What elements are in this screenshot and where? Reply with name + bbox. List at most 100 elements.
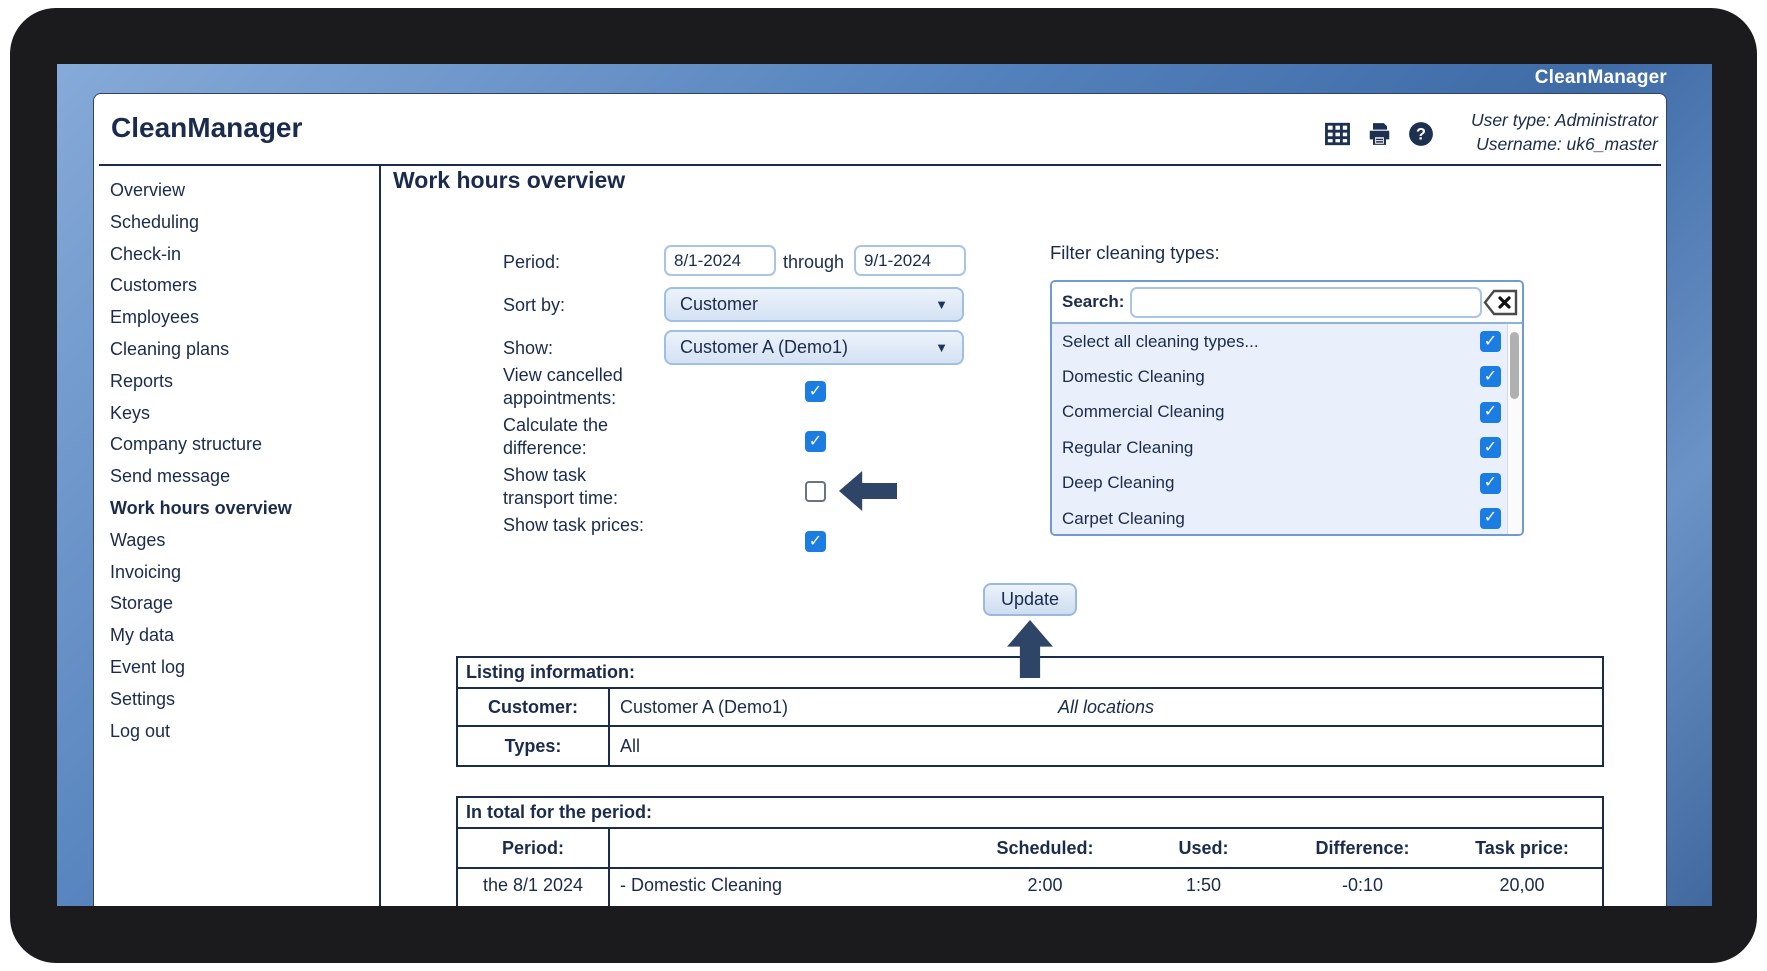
search-label: Search: [1062, 292, 1125, 311]
sidebar-item-check-in[interactable]: Check-in [110, 239, 372, 271]
cleaning-type-label: Domestic Cleaning [1062, 367, 1205, 387]
period-to-input[interactable] [854, 245, 966, 276]
sidebar-item-event-log[interactable]: Event log [110, 652, 372, 684]
difference-cell: -0:10 [1341, 875, 1384, 895]
option-checkbox-2[interactable] [805, 481, 826, 502]
search-input[interactable] [1130, 287, 1482, 318]
cleaning-type-label: Commercial Cleaning [1062, 402, 1225, 422]
cleaning-type-checkbox-3[interactable]: ✓ [1480, 437, 1501, 459]
column-header: Used: [1178, 837, 1229, 858]
column-header: Scheduled: [996, 837, 1094, 858]
header-divider [99, 164, 1661, 166]
totals-table: In total for the period: Period: Schedul… [456, 796, 1604, 906]
page-title: Work hours overview [393, 167, 626, 193]
header-icon-group: ? [1324, 121, 1434, 147]
table-row: Customer: Customer A (Demo1) All locatio… [458, 689, 1602, 727]
option-row: Show task prices: ✓ [503, 514, 923, 558]
sidebar-item-invoicing[interactable]: Invoicing [110, 557, 372, 589]
cleaning-type-row[interactable]: Domestic Cleaning ✓ [1052, 359, 1522, 394]
option-label: View cancelled appointments: [503, 365, 623, 408]
cleaning-type-checkbox-5[interactable]: ✓ [1480, 507, 1501, 529]
cleaning-type-checkbox-0[interactable]: ✓ [1480, 331, 1501, 352]
filter-scrollbar-thumb[interactable] [1510, 332, 1519, 399]
username-label: Username: uk6_master [1476, 134, 1658, 154]
sidebar-item-my-data[interactable]: My data [110, 620, 372, 652]
option-checkbox-3[interactable]: ✓ [805, 531, 826, 552]
sidebar-item-storage[interactable]: Storage [110, 588, 372, 620]
update-button[interactable]: Update [983, 583, 1077, 616]
filter-panel: Search: Select all cleaning types... ✓ Dom… [1050, 280, 1524, 536]
cleaning-type-row[interactable]: Select all cleaning types... ✓ [1052, 324, 1522, 359]
chevron-down-icon: ▼ [935, 340, 948, 355]
app-page: CleanManager ? User type: Administrator … [93, 93, 1667, 906]
customer-value-cell: Customer A (Demo1) All locations [610, 689, 1602, 725]
period-cell: the 8/1 2024 [458, 869, 610, 906]
locations-note: All locations [1057, 696, 1155, 717]
cleaning-type-checkbox-2[interactable]: ✓ [1480, 401, 1501, 423]
option-checkbox-1[interactable]: ✓ [805, 431, 826, 452]
period-label: Period: [503, 252, 561, 272]
column-header: Period: [458, 829, 610, 867]
cleaning-type-row[interactable]: Deep Cleaning ✓ [1052, 466, 1522, 501]
sidebar-item-send-message[interactable]: Send message [110, 461, 372, 493]
task-price-cell: 20,00 [1499, 875, 1545, 895]
sidebar-item-employees[interactable]: Employees [110, 302, 372, 334]
options-checkbox-group: View cancelled appointments: ✓ Calculate t… [503, 364, 923, 564]
sidebar-nav: Overview Scheduling Check-in Customers Emplo… [110, 175, 372, 747]
option-label: Show task prices: [503, 515, 645, 535]
types-value: All [620, 735, 641, 756]
backspace-icon [1483, 289, 1519, 320]
option-label: Show task transport time: [503, 465, 619, 508]
sidebar-item-company-structure[interactable]: Company structure [110, 429, 372, 461]
svg-text:?: ? [1416, 126, 1426, 144]
user-type-label: User type: Administrator [1470, 110, 1658, 130]
sort-by-label: Sort by: [503, 295, 566, 315]
print-icon[interactable] [1366, 121, 1393, 147]
cleaning-type-label: Select all cleaning types... [1062, 331, 1259, 351]
filter-title: Filter cleaning types: [1050, 242, 1220, 263]
cleaning-type-checkbox-1[interactable]: ✓ [1480, 366, 1501, 388]
sidebar-item-wages[interactable]: Wages [110, 525, 372, 557]
show-select[interactable]: Customer A (Demo1) ▼ [664, 330, 964, 365]
filter-scrollbar[interactable] [1507, 324, 1522, 534]
sidebar-item-overview[interactable]: Overview [110, 175, 372, 207]
sidebar-item-keys[interactable]: Keys [110, 398, 372, 430]
sidebar-item-log-out[interactable]: Log out [110, 716, 372, 748]
period-from-input[interactable] [664, 245, 776, 276]
table-row: Types: All [458, 727, 1602, 765]
cleaning-type-row[interactable]: Carpet Cleaning ✓ [1052, 501, 1522, 534]
sidebar-item-work-hours-overview[interactable]: Work hours overview [110, 493, 372, 525]
used-cell: 1:50 [1185, 875, 1222, 895]
filter-search-row: Search: [1052, 282, 1522, 324]
types-label: Types: [458, 727, 610, 765]
cleaning-type-row[interactable]: Commercial Cleaning ✓ [1052, 395, 1522, 430]
clear-search-button[interactable] [1483, 288, 1519, 317]
option-label: Calculate the difference: [503, 415, 609, 458]
sort-by-select[interactable]: Customer ▼ [664, 287, 964, 322]
totals-header-row: Period: Scheduled: Used: Difference: Tas… [458, 829, 1602, 869]
app-title: CleanManager [111, 112, 303, 143]
column-header: Difference: [1315, 837, 1410, 858]
table-icon[interactable] [1324, 121, 1351, 147]
cleaning-type-label: Deep Cleaning [1062, 473, 1175, 493]
sidebar-item-settings[interactable]: Settings [110, 684, 372, 716]
help-icon[interactable]: ? [1408, 121, 1434, 147]
task-cell: - Domestic Cleaning [620, 875, 783, 895]
sidebar-item-reports[interactable]: Reports [110, 366, 372, 398]
option-row: Calculate the difference: ✓ [503, 414, 923, 458]
show-label: Show: [503, 338, 554, 358]
chevron-down-icon: ▼ [935, 297, 948, 312]
sidebar-item-cleaning-plans[interactable]: Cleaning plans [110, 334, 372, 366]
cleaning-type-label: Carpet Cleaning [1062, 508, 1185, 528]
window-brand-label: CleanManager [1534, 67, 1667, 88]
user-info: User type: Administrator Username: uk6_m… [1471, 108, 1658, 156]
sidebar-divider [379, 165, 381, 906]
column-header [610, 829, 966, 867]
option-checkbox-0[interactable]: ✓ [805, 381, 826, 402]
sidebar-item-scheduling[interactable]: Scheduling [110, 207, 372, 239]
cleaning-type-label: Regular Cleaning [1062, 437, 1194, 457]
sidebar-item-customers[interactable]: Customers [110, 270, 372, 302]
customer-label: Customer: [458, 689, 610, 725]
cleaning-type-row[interactable]: Regular Cleaning ✓ [1052, 430, 1522, 465]
cleaning-type-checkbox-4[interactable]: ✓ [1480, 472, 1501, 494]
